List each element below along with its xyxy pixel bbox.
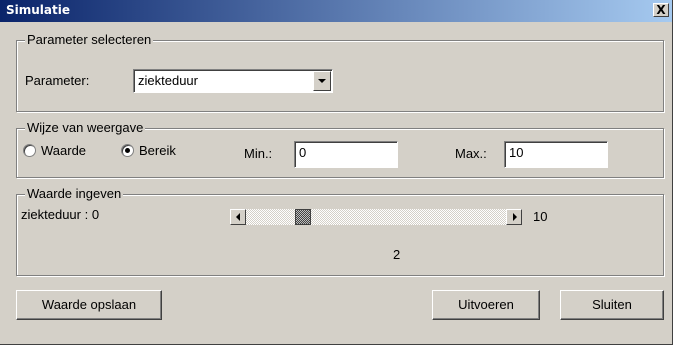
parameter-label: Parameter: (25, 73, 90, 88)
radio-waarde[interactable] (23, 144, 36, 157)
parameter-group: Parameter selecteren Parameter: ziektedu… (16, 32, 664, 112)
simulatie-dialog: Simulatie X Parameter selecteren Paramet… (0, 0, 673, 345)
arrow-left-icon (236, 213, 240, 221)
slider-track[interactable] (246, 209, 506, 225)
parameter-select-value: ziekteduur (138, 73, 198, 88)
max-label: Max.: (455, 146, 487, 161)
value-input-legend: Waarde ingeven (25, 186, 124, 202)
value-input-group: Waarde ingeven ziekteduur : 0 10 2 (16, 186, 664, 276)
parameter-dropdown-button[interactable] (313, 71, 331, 91)
radio-selected-dot (125, 148, 130, 153)
slider-max-label: 10 (533, 209, 548, 224)
display-mode-group: Wijze van weergave Waarde Bereik Min.: 0… (16, 120, 664, 178)
min-input[interactable]: 0 (294, 141, 398, 168)
min-input-value: 0 (299, 145, 307, 160)
radio-bereik[interactable] (121, 144, 134, 157)
max-input[interactable]: 10 (504, 141, 608, 168)
run-button[interactable]: Uitvoeren (432, 290, 540, 320)
radio-bereik-label[interactable]: Bereik (139, 143, 176, 159)
slider-current-value: 2 (393, 247, 401, 262)
title-bar[interactable]: Simulatie X (0, 0, 672, 22)
radio-waarde-label[interactable]: Waarde (41, 143, 86, 159)
window-title: Simulatie (6, 3, 71, 17)
save-value-button[interactable]: Waarde opslaan (16, 290, 162, 320)
scroll-right-button[interactable] (506, 209, 522, 225)
close-icon[interactable]: X (653, 3, 669, 17)
display-mode-legend: Wijze van weergave (25, 120, 146, 136)
chevron-down-icon (318, 79, 326, 83)
min-label: Min.: (244, 146, 273, 161)
max-input-value: 10 (509, 145, 524, 160)
arrow-right-icon (513, 213, 517, 221)
value-param-label: ziekteduur : 0 (21, 207, 100, 222)
scroll-left-button[interactable] (230, 209, 246, 225)
close-button[interactable]: Sluiten (560, 290, 664, 320)
parameter-select[interactable]: ziekteduur (133, 69, 333, 93)
slider-thumb[interactable] (295, 209, 311, 225)
parameter-group-legend: Parameter selecteren (25, 32, 154, 48)
